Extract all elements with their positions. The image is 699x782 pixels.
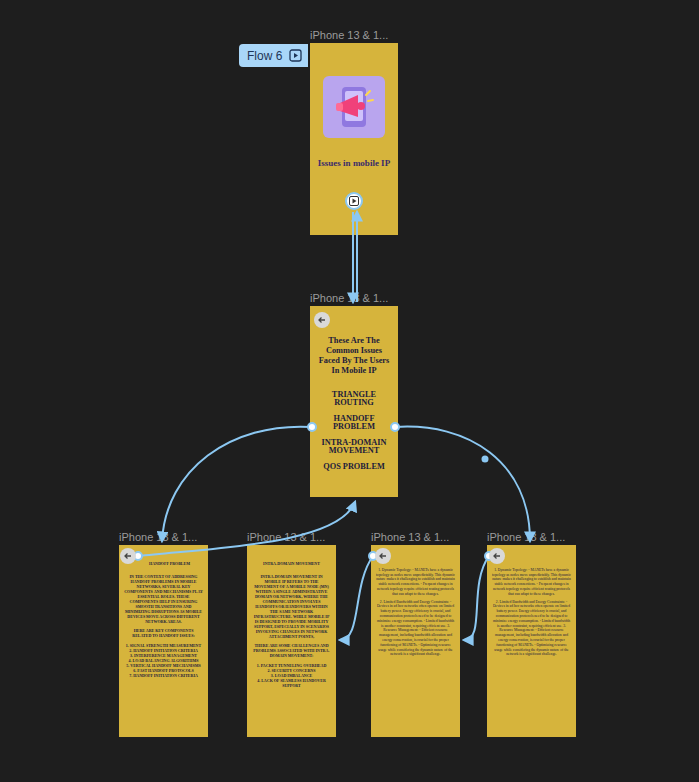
list-item: 1. PACKET TUNNELING OVERHEAD [252, 663, 331, 668]
present-icon[interactable] [289, 49, 302, 62]
list-item: 3. INTERFERENCE MANAGEMENT [124, 653, 203, 658]
component-list: 1. PACKET TUNNELING OVERHEAD2. SECURITY … [252, 663, 331, 688]
back-arrow-icon[interactable] [375, 548, 391, 564]
connection-lines [0, 0, 699, 782]
back-arrow-icon[interactable] [489, 548, 505, 564]
frame-label: iPhone 13 & 1... [310, 29, 388, 42]
connector-dot[interactable] [307, 422, 317, 432]
back-arrow-icon[interactable] [314, 312, 330, 328]
list-item: 2. HANDOFF INITIATION CRITERIA [124, 648, 203, 653]
list-item: 2. SECURITY CONCERNS [252, 668, 331, 673]
back-arrow-icon[interactable] [120, 548, 136, 564]
paragraph: 2. Limited Bandwidth and Energy Constrai… [376, 599, 455, 657]
list-item: 6. FAST HANDOFF PROTOCOLS [124, 668, 203, 673]
paragraph: 2. Limited Bandwidth and Energy Constrai… [492, 599, 571, 657]
screen-content: 1. Dynamic Topology: - MANETs have a dyn… [376, 567, 455, 659]
screen-content: HANDOFF PROBLEM IN THE CONTEXT OF ADDRESS… [124, 561, 203, 678]
paragraph: 1. Dynamic Topology: - MANETs have a dyn… [376, 567, 455, 596]
screen-frame[interactable]: These Are The Common Issues Faced By The… [310, 306, 398, 497]
list-item: 1. SIGNAL STRENGTH MEASUREMENT [124, 643, 203, 648]
flow-badge[interactable]: Flow 6 [239, 44, 308, 67]
list-item: 4. LOAD BALANCING ALGORITHMS [124, 658, 203, 663]
paragraph: INTRA-DOMAIN MOVEMENT IN MOBILE IP REFER… [252, 574, 331, 639]
paragraph: THERE ARE SOME CHALLENGES AND PROBLEMS A… [252, 644, 331, 659]
frame-label: iPhone 13 & 1... [487, 531, 565, 544]
component-list: 1. SIGNAL STRENGTH MEASUREMENT2. HANDOFF… [124, 643, 203, 678]
screen-heading: INTRA-DOMAIN MOVEMENT [252, 561, 331, 566]
issue-link[interactable]: QOS PROBLEM [315, 463, 393, 471]
screen-frame[interactable]: INTRA-DOMAIN MOVEMENT INTRA-DOMAIN MOVEME… [247, 545, 336, 737]
screen-title: Issues in mobile IP [310, 158, 398, 169]
paragraph: IN THE CONTEXT OF ADDRESSING HANDOFF PRO… [124, 574, 203, 624]
issue-link[interactable]: INTRA-DOMAIN MOVEMENT [310, 439, 398, 455]
frame-label: iPhone 13 & 1... [371, 531, 449, 544]
megaphone-icon [323, 76, 385, 138]
paragraph: HERE ARE KEY COMPONENTS RELATED TO HANDO… [124, 629, 203, 639]
screen-title: These Are The Common Issues Faced By The… [310, 336, 398, 376]
screen-frame[interactable]: 1. Dynamic Topology: - MANETs have a dyn… [487, 545, 576, 737]
connector-dot[interactable] [390, 422, 400, 432]
prototype-canvas: Flow 6 iPhone 13 & 1... Issues in mobile I… [0, 0, 699, 782]
issue-list: TRIANGLE ROUTING HANDOFF PROBLEM INTRA-DOM… [310, 391, 398, 471]
list-item: 7. HANDOFF INITIATION CRITERIA [124, 673, 203, 678]
play-icon[interactable] [345, 192, 363, 210]
list-item: 4. LACK OF SEAMLESS HANDOVER SUPPORT [252, 678, 331, 688]
screen-frame[interactable]: HANDOFF PROBLEM IN THE CONTEXT OF ADDRESS… [119, 545, 208, 737]
screen-heading: HANDOFF PROBLEM [124, 561, 203, 566]
flow-label: Flow 6 [247, 47, 282, 65]
screen-content: 1. Dynamic Topology: - MANETs have a dyn… [492, 567, 571, 659]
frame-label: iPhone 13 & 1... [247, 531, 325, 544]
screen-content: INTRA-DOMAIN MOVEMENT INTRA-DOMAIN MOVEME… [252, 561, 331, 688]
list-item: 3. LOAD IMBALANCE [252, 673, 331, 678]
list-item: 5. VERTICAL HANDOFF MECHANISMS [124, 663, 203, 668]
frame-label: iPhone 13 & 1... [119, 531, 197, 544]
screen-frame[interactable]: 1. Dynamic Topology: - MANETs have a dyn… [371, 545, 460, 737]
issue-link[interactable]: HANDOFF PROBLEM [310, 415, 398, 431]
issue-link[interactable]: TRIANGLE ROUTING [310, 391, 398, 407]
frame-label: iPhone 13 & 1... [310, 292, 388, 305]
paragraph: 1. Dynamic Topology: - MANETs have a dyn… [492, 567, 571, 596]
